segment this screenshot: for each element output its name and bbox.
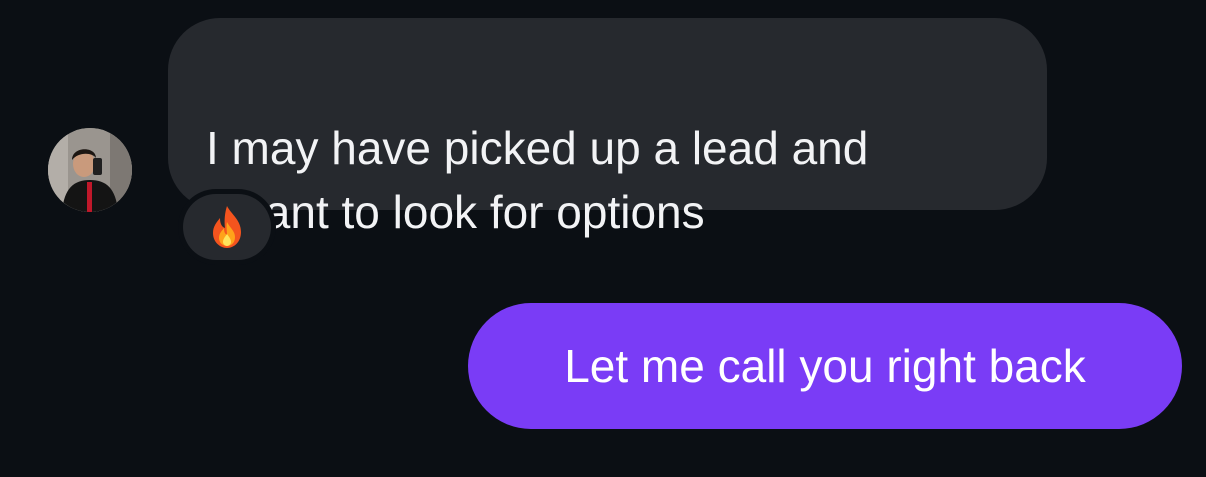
reaction-badge[interactable] [183, 194, 271, 260]
outgoing-message-text: Let me call you right back [564, 340, 1086, 392]
user-photo-avatar [48, 128, 132, 212]
outgoing-message-bubble[interactable]: Let me call you right back [468, 303, 1182, 429]
incoming-message-text: I may have picked up a lead and I want t… [206, 122, 869, 238]
incoming-message-bubble[interactable]: I may have picked up a lead and I want t… [168, 18, 1047, 238]
chat-thread: I may have picked up a lead and I want t… [0, 0, 1206, 477]
sender-avatar[interactable] [48, 128, 132, 212]
fire-icon [213, 206, 241, 248]
